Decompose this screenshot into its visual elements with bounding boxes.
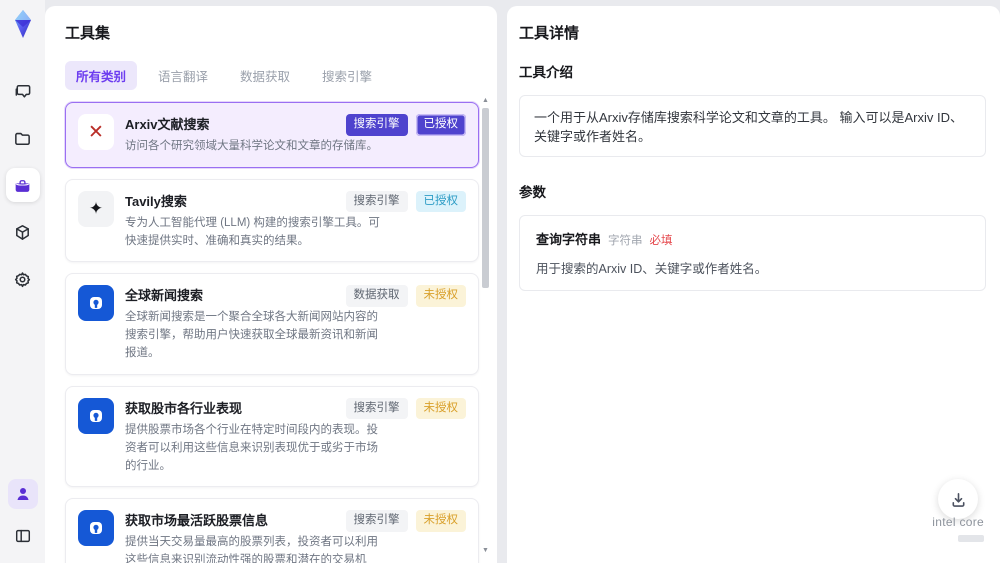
tool-card-stock-sector[interactable]: 获取股市各行业表现 提供股票市场各个行业在特定时间段内的表现。投资者可以利用这些…: [65, 385, 479, 488]
category-badge: 搜索引擎: [345, 510, 408, 532]
category-badge: 搜索引擎: [345, 190, 408, 213]
param-type: 字符串: [608, 235, 643, 247]
auth-status-badge: 未授权: [415, 285, 466, 307]
nav-files-button[interactable]: [6, 121, 40, 155]
tavily-star-icon: ✦: [78, 190, 114, 227]
left-rail: [0, 0, 45, 563]
category-badge: 搜索引擎: [345, 397, 408, 420]
params-heading: 参数: [519, 185, 546, 200]
download-button[interactable]: [938, 479, 978, 519]
scrollbar-thumb[interactable]: [482, 108, 489, 288]
category-badge: 搜索引擎: [345, 114, 408, 136]
folder-icon: [15, 132, 30, 145]
nav-plugins-button[interactable]: [6, 215, 40, 249]
user-avatar[interactable]: [7, 479, 38, 509]
app-logo-icon: [14, 10, 31, 38]
auth-status-badge: 未授权: [415, 510, 466, 532]
tool-card-active-stocks[interactable]: 获取市场最活跃股票信息 提供当天交易量最高的股票列表，投资者可以利用这些信息来识…: [65, 498, 479, 563]
tool-card-global-news[interactable]: 全球新闻搜索 全球新闻搜索是一个聚合全球各大新闻网站内容的搜索引擎，帮助用户快速…: [65, 273, 479, 375]
toolset-panel: 工具集 所有类别 语言翻译 数据获取 搜索引擎 ✕ Arxiv文献搜索 访问各个…: [45, 6, 497, 563]
nav-chat-button[interactable]: [6, 74, 40, 108]
tool-desc: 访问各个研究领域大量科学论文和文章的存储库。: [125, 140, 378, 152]
brand-text: intel core: [932, 515, 984, 529]
tool-card-arxiv[interactable]: ✕ Arxiv文献搜索 访问各个研究领域大量科学论文和文章的存储库。 搜索引擎 …: [65, 102, 479, 168]
category-tabs: 所有类别 语言翻译 数据获取 搜索引擎: [65, 61, 491, 90]
tab-data-acquisition[interactable]: 数据获取: [229, 61, 301, 90]
auth-status-badge: 已授权: [415, 114, 466, 136]
toolbox-icon: [15, 179, 30, 192]
tab-search-engine[interactable]: 搜索引擎: [311, 61, 383, 90]
panel-toggle-icon: [15, 529, 30, 543]
tool-desc: 专为人工智能代理 (LLM) 构建的搜索引擎工具。可快速提供实时、准确和真实的结…: [125, 216, 380, 247]
nav-settings-button[interactable]: [6, 262, 40, 296]
tool-list: ✕ Arxiv文献搜索 访问各个研究领域大量科学论文和文章的存储库。 搜索引擎 …: [65, 102, 479, 563]
auth-status-badge: 已授权: [415, 190, 466, 213]
stock-sector-icon: [78, 397, 114, 434]
toolset-title: 工具集: [65, 25, 111, 42]
nav-toolset-button[interactable]: [5, 168, 40, 202]
tool-desc: 全球新闻搜索是一个聚合全球各大新闻网站内容的搜索引擎，帮助用户快速获取全球最新资…: [125, 311, 378, 360]
param-required-badge: 必填: [649, 235, 673, 247]
cube-icon: [16, 224, 29, 240]
scrollbar-down-arrow[interactable]: ▼: [481, 546, 490, 556]
list-scrollbar[interactable]: ▲ ▼: [481, 96, 490, 556]
tool-intro-text: 一个用于从Arxiv存储库搜索科学论文和文章的工具。 输入可以是Arxiv ID…: [519, 95, 986, 157]
tab-language-translation[interactable]: 语言翻译: [147, 61, 219, 90]
collapse-sidebar-button[interactable]: [6, 519, 40, 553]
intro-heading: 工具介绍: [519, 65, 573, 80]
download-icon: [952, 492, 964, 507]
category-badge: 数据获取: [345, 285, 408, 307]
intel-core-logo: intel core: [932, 515, 984, 547]
details-title: 工具详情: [519, 25, 580, 42]
tab-all-categories[interactable]: 所有类别: [65, 61, 138, 90]
chat-icon: [15, 84, 31, 98]
auth-status-badge: 未授权: [415, 397, 466, 420]
scrollbar-up-arrow[interactable]: ▲: [481, 96, 490, 106]
param-name: 查询字符串: [536, 232, 602, 247]
app-window: 工具集 所有类别 语言翻译 数据获取 搜索引擎 ✕ Arxiv文献搜索 访问各个…: [0, 0, 1000, 563]
parameter-item: 查询字符串 字符串 必填 用于搜索的Arxiv ID、关键字或作者姓名。: [519, 215, 986, 291]
active-stock-icon: [78, 510, 114, 547]
tool-desc: 提供股票市场各个行业在特定时间段内的表现。投资者可以利用这些信息来识别表现优于或…: [125, 423, 378, 472]
arxiv-x-icon: ✕: [78, 114, 114, 150]
tool-details-panel: 工具详情 工具介绍 一个用于从Arxiv存储库搜索科学论文和文章的工具。 输入可…: [507, 6, 1000, 563]
news-search-icon: [78, 285, 114, 322]
settings-gear-icon: [14, 271, 31, 287]
tool-desc: 提供当天交易量最高的股票列表，投资者可以利用这些信息来识别流动性强的股票和潜在的…: [125, 536, 378, 563]
param-desc: 用于搜索的Arxiv ID、关键字或作者姓名。: [536, 262, 768, 276]
user-avatar-icon: [17, 488, 28, 500]
tool-card-tavily[interactable]: ✦ Tavily搜索 专为人工智能代理 (LLM) 构建的搜索引擎工具。可快速提…: [65, 178, 479, 263]
